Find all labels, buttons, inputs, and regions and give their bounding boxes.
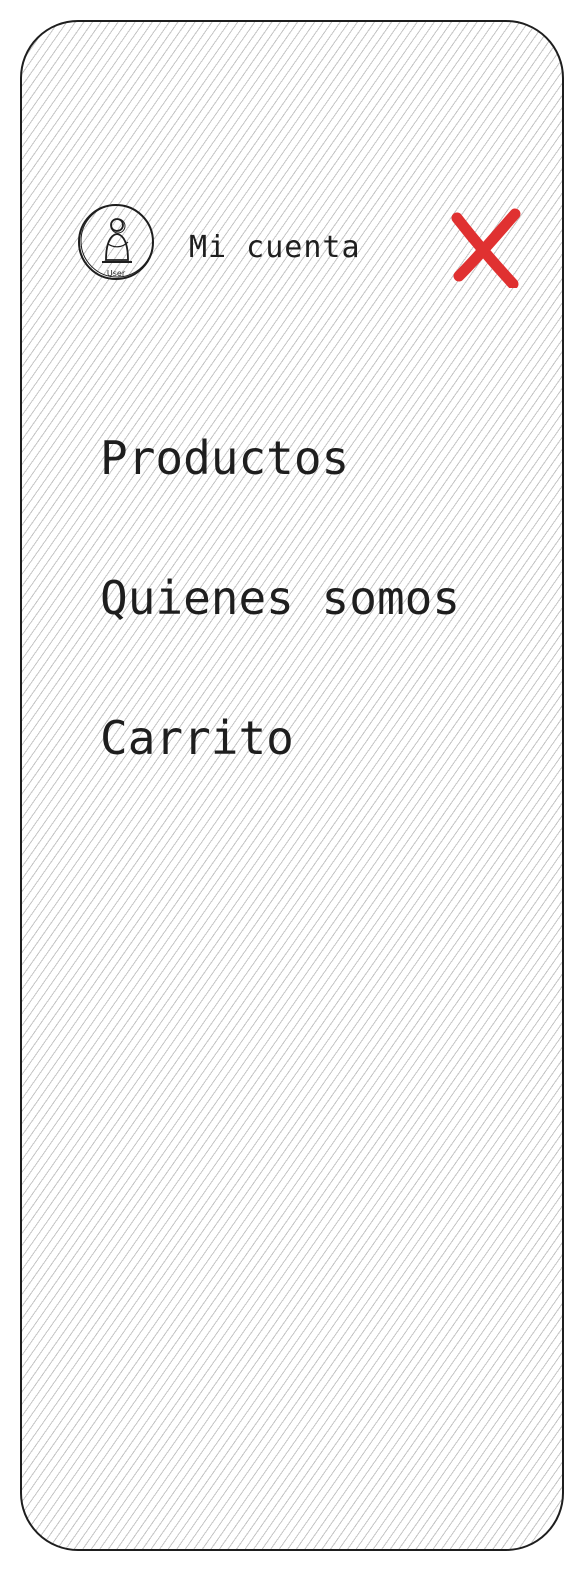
account-header: User Mi cuenta	[76, 200, 526, 296]
nav-item-carrito[interactable]: Carrito	[100, 710, 460, 766]
nav-item-productos[interactable]: Productos	[100, 430, 460, 486]
close-x-icon	[451, 208, 521, 288]
main-nav: Productos Quienes somos Carrito	[100, 430, 460, 850]
close-button[interactable]	[451, 208, 521, 288]
nav-item-quienes-somos[interactable]: Quienes somos	[100, 570, 460, 626]
avatar-caption: User	[106, 269, 126, 278]
user-avatar[interactable]: User	[76, 204, 156, 284]
account-label[interactable]: Mi cuenta	[189, 230, 361, 265]
menu-panel: User Mi cuenta Productos Quienes somos C…	[20, 20, 564, 1551]
